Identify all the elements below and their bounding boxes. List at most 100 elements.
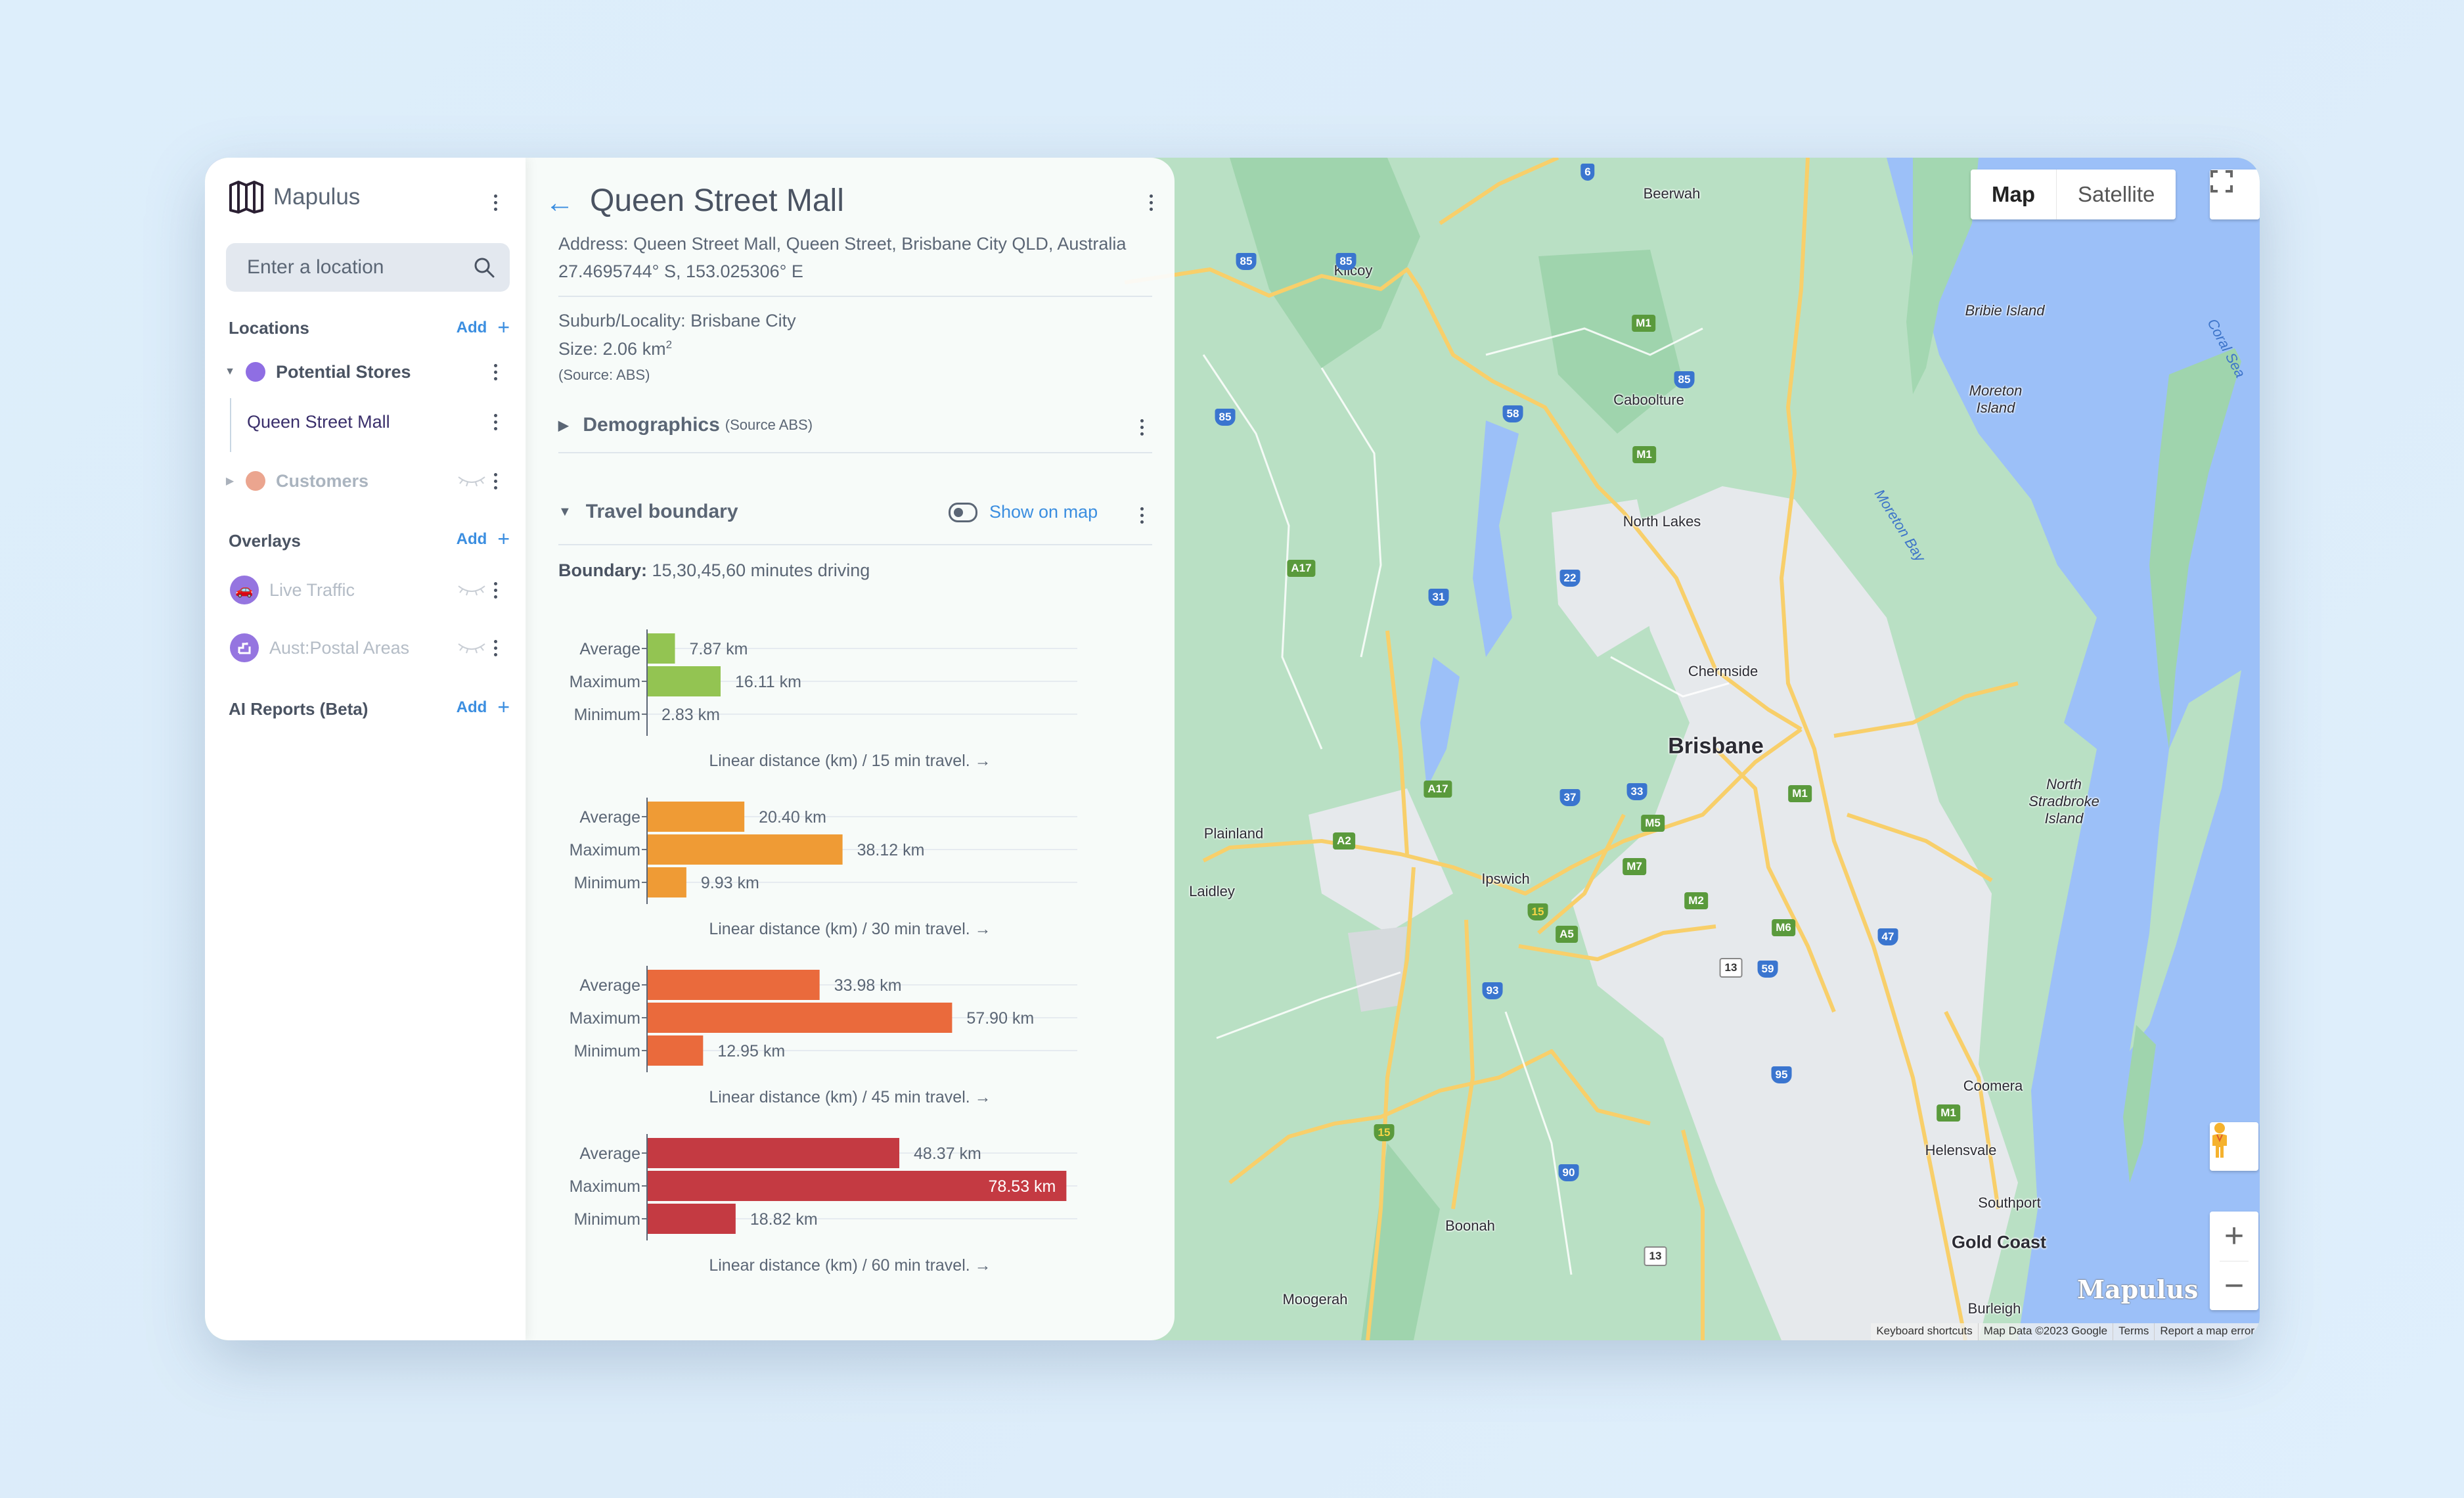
road-shield: 95 — [1771, 1066, 1792, 1083]
demographics-menu-kebab-icon[interactable] — [1135, 414, 1148, 440]
keyboard-shortcuts-link[interactable]: Keyboard shortcuts — [1871, 1323, 1977, 1340]
detail-menu-kebab-icon[interactable] — [1144, 189, 1157, 216]
data-label: 20.40 km — [759, 808, 826, 827]
map-place-label: North Lakes — [1623, 513, 1701, 530]
fullscreen-icon — [2210, 170, 2233, 193]
caret-right-icon[interactable]: ▶ — [223, 474, 236, 488]
zoom-in-button[interactable]: + — [2210, 1212, 2258, 1261]
add-overlay-button[interactable]: Add + — [457, 527, 510, 551]
overlay-live-traffic[interactable]: 🚗 Live Traffic — [205, 572, 526, 608]
group-color-dot — [246, 362, 265, 382]
chart-caption-link[interactable]: Linear distance (km) / 30 min travel. → — [526, 920, 1175, 939]
map-place-label: Burleigh — [1967, 1300, 2021, 1317]
travel-boundary-menu-kebab-icon[interactable] — [1135, 502, 1148, 528]
chart-caption-link[interactable]: Linear distance (km) / 45 min travel. → — [526, 1088, 1175, 1107]
data-label: 12.95 km — [717, 1042, 785, 1060]
map-place-label: Caboolture — [1613, 392, 1684, 408]
add-ai-report-button[interactable]: Add + — [457, 695, 510, 719]
group-label: Customers — [276, 470, 369, 491]
caret-right-icon: ▶ — [558, 418, 569, 433]
suburb-text: Suburb/Locality: Brisbane City — [558, 311, 796, 330]
road-shield: 13 — [1644, 1246, 1667, 1266]
road-shield: 59 — [1757, 961, 1778, 978]
report-map-error-link[interactable]: Report a map error — [2154, 1323, 2260, 1340]
boundary-label: Boundary: — [558, 560, 647, 580]
map-place-label: Ipswich — [1481, 871, 1530, 887]
overlay-menu-kebab-icon[interactable] — [489, 577, 502, 603]
street-view-pegman-button[interactable] — [2210, 1122, 2258, 1171]
group-color-dot — [246, 471, 265, 491]
overlay-postal-areas[interactable]: Aust:Postal Areas — [205, 629, 526, 666]
location-search-input[interactable] — [246, 256, 465, 279]
road-shield: 6 — [1580, 164, 1595, 181]
map-place-label: Southport — [1978, 1194, 2041, 1211]
map-type-satellite-button[interactable]: Satellite — [2057, 170, 2176, 219]
chart-caption-link[interactable]: Linear distance (km) / 15 min travel. → — [526, 752, 1175, 771]
map-type-map-button[interactable]: Map — [1971, 170, 2057, 219]
map-place-label: Chermside — [1688, 663, 1758, 679]
eye-closed-icon[interactable] — [457, 474, 486, 488]
location-item-queen-street-mall[interactable]: Queen Street Mall — [205, 403, 526, 440]
data-label: 57.90 km — [966, 1009, 1034, 1028]
map-place-label: North Stradbroke Island — [2028, 776, 2099, 827]
data-label: 7.87 km — [690, 640, 748, 658]
plus-icon: + — [497, 315, 510, 339]
show-on-map-toggle[interactable]: Show on map — [949, 502, 1098, 522]
search-icon[interactable] — [473, 256, 495, 279]
divider — [558, 452, 1152, 453]
eye-closed-icon[interactable] — [457, 583, 486, 597]
size-source-text: (Source: ABS) — [558, 367, 650, 383]
terms-link[interactable]: Terms — [2113, 1323, 2154, 1340]
add-location-button[interactable]: Add + — [457, 315, 510, 340]
y-tick-label: Minimum — [574, 706, 640, 724]
show-on-map-label: Show on map — [989, 502, 1098, 522]
eye-closed-icon[interactable] — [457, 641, 486, 654]
caret-down-icon: ▼ — [558, 504, 571, 519]
road-shield: 22 — [1559, 570, 1580, 587]
bar — [647, 633, 675, 664]
y-tick-label: Maximum — [570, 841, 640, 859]
app-menu-kebab-icon[interactable] — [489, 189, 502, 216]
map-place-label: Brisbane — [1668, 733, 1764, 759]
zoom-out-button[interactable]: − — [2210, 1261, 2258, 1311]
road-shield: 58 — [1502, 405, 1523, 422]
address-text: Address: Queen Street Mall, Queen Street… — [558, 234, 1127, 254]
location-title: Queen Street Mall — [590, 183, 844, 218]
road-shield: 33 — [1626, 783, 1647, 800]
road-shield: 85 — [1674, 371, 1695, 388]
group-menu-kebab-icon[interactable] — [489, 359, 502, 385]
mapulus-watermark: Mapulus — [2077, 1275, 2199, 1304]
demographics-source: (Source ABS) — [725, 417, 813, 433]
zoom-control: + − — [2210, 1212, 2258, 1310]
y-tick-label: Average — [579, 808, 640, 827]
road-shield: 15 — [1527, 903, 1548, 920]
y-tick-label: Average — [579, 976, 640, 995]
map-place-label: Beerwah — [1643, 185, 1701, 202]
fullscreen-button[interactable] — [2210, 170, 2260, 219]
road-shield: M1 — [1937, 1104, 1960, 1122]
location-detail-panel: ← Queen Street Mall Address: Queen Stree… — [526, 158, 1175, 1340]
divider — [558, 296, 1152, 297]
location-menu-kebab-icon[interactable] — [489, 409, 502, 435]
caret-down-icon[interactable]: ▼ — [223, 366, 236, 378]
size-value: Size: 2.06 km — [558, 339, 666, 359]
add-overlay-label: Add — [456, 530, 487, 548]
location-group-potential-stores[interactable]: ▼ Potential Stores — [205, 353, 526, 390]
y-tick-label: Maximum — [570, 1177, 640, 1196]
data-label: 48.37 km — [914, 1145, 981, 1163]
overlay-label: Live Traffic — [269, 579, 355, 600]
bar — [647, 1138, 900, 1168]
location-group-customers[interactable]: ▶ Customers — [205, 463, 526, 499]
group-menu-kebab-icon[interactable] — [489, 468, 502, 494]
demographics-section-toggle[interactable]: ▶ Demographics (Source ABS) — [558, 414, 813, 436]
overlay-menu-kebab-icon[interactable] — [489, 635, 502, 661]
y-tick-label: Minimum — [574, 1042, 640, 1060]
road-shield: M2 — [1684, 892, 1708, 909]
road-shield: M7 — [1623, 858, 1646, 875]
back-arrow-icon[interactable]: ← — [545, 187, 574, 219]
travel-boundary-section-toggle[interactable]: ▼ Travel boundary — [558, 501, 738, 523]
chart-caption-link[interactable]: Linear distance (km) / 60 min travel. → — [526, 1256, 1175, 1275]
map-place-label: Gold Coast — [1951, 1232, 2047, 1252]
toggle-switch[interactable] — [949, 502, 977, 522]
data-label: 18.82 km — [750, 1210, 818, 1229]
